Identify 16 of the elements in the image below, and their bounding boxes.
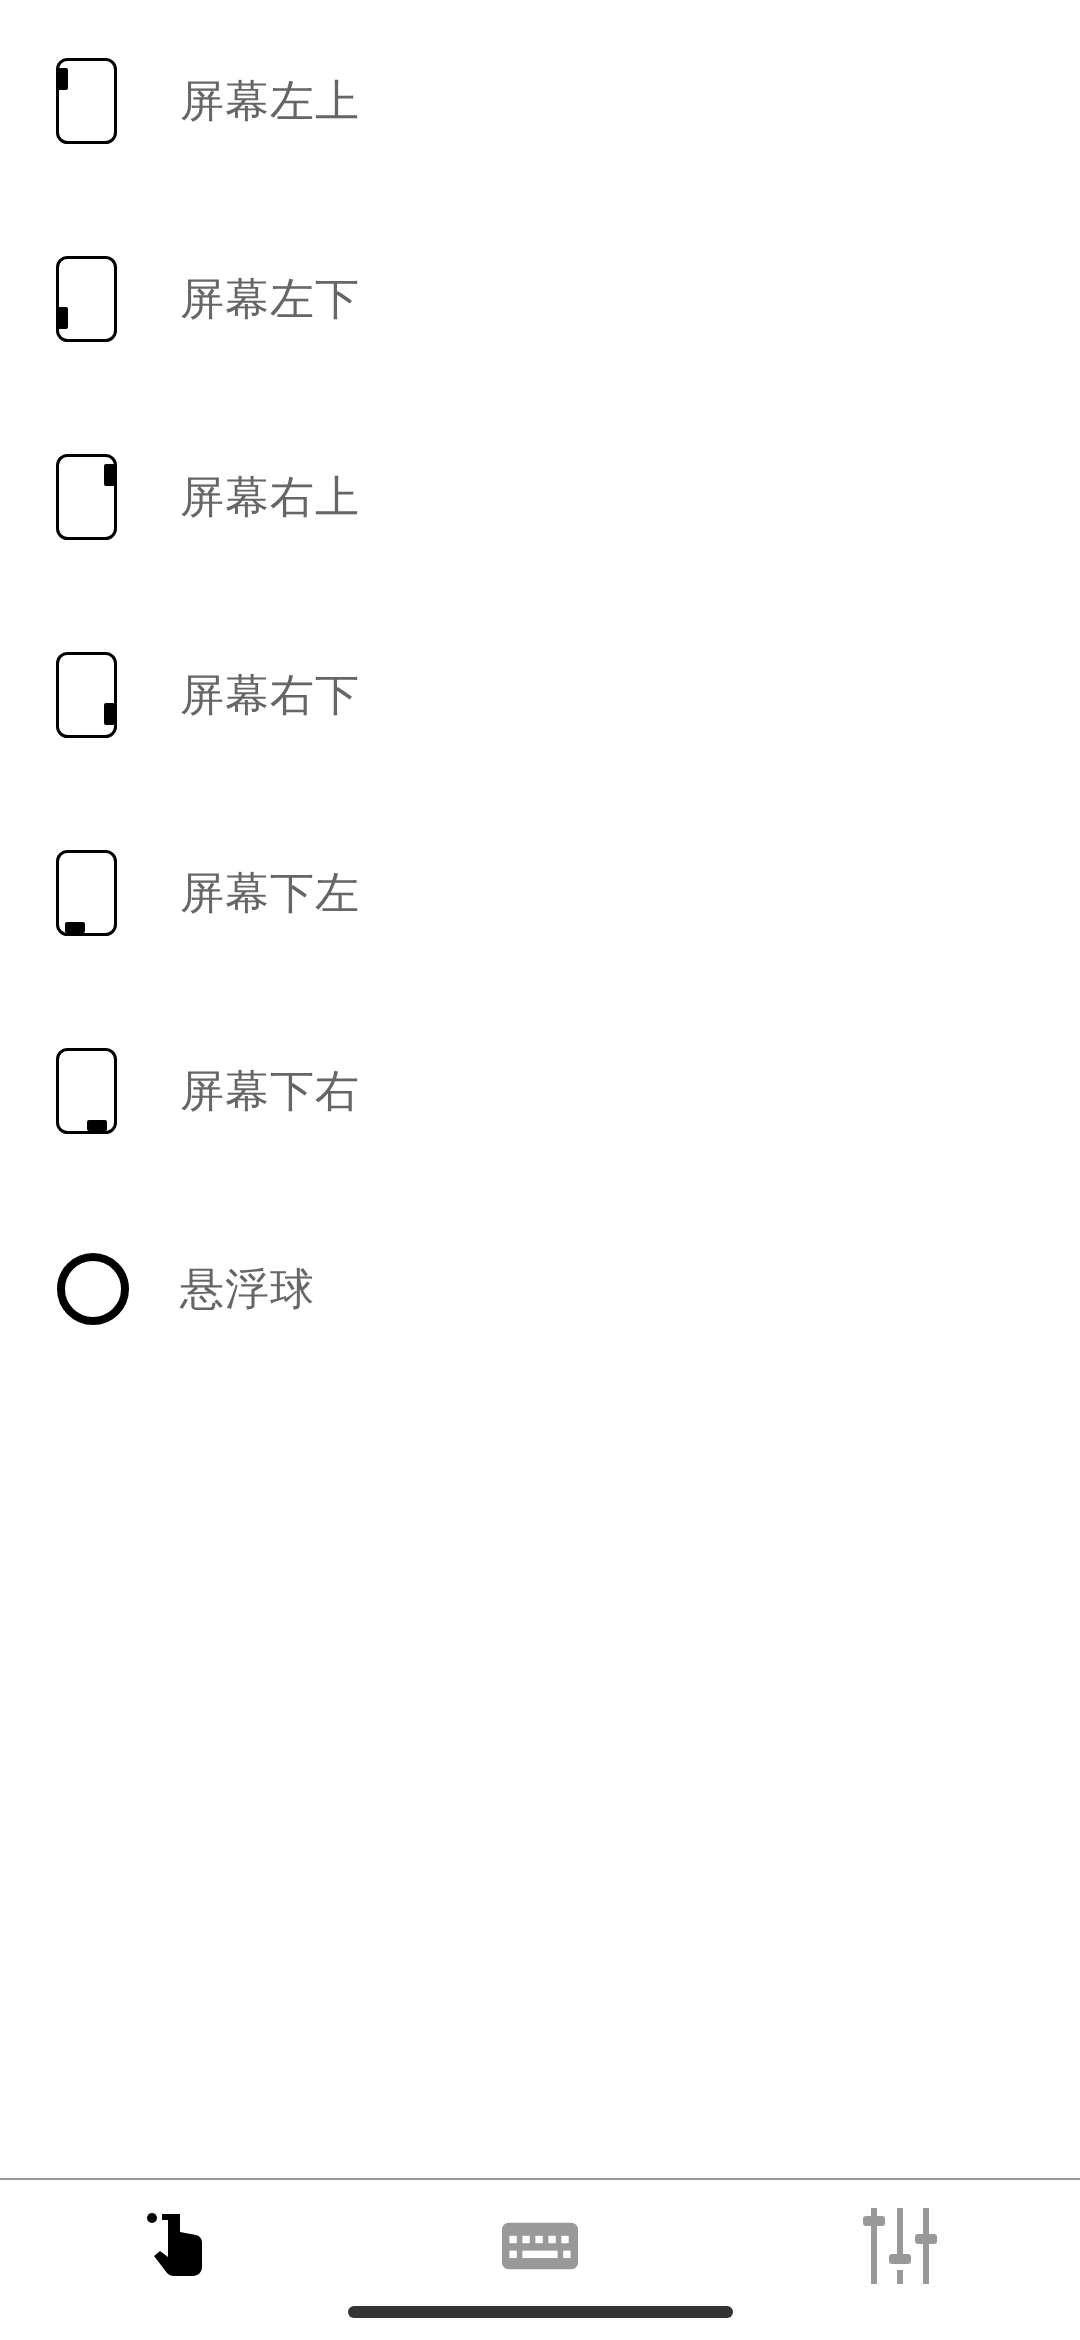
option-label[interactable]: 悬浮球 xyxy=(180,1259,315,1319)
keyboard-icon xyxy=(502,2221,578,2271)
sliders-icon xyxy=(863,2208,937,2284)
phone-edge-icon xyxy=(56,256,117,342)
option-label[interactable]: 屏幕左上 xyxy=(180,71,360,131)
phone-edge-icon xyxy=(56,58,117,144)
circle-icon xyxy=(56,1252,130,1326)
option-label[interactable]: 屏幕左下 xyxy=(180,269,360,329)
phone-edge-icon xyxy=(56,454,117,540)
phone-edge-icon xyxy=(56,1048,117,1134)
phone-edge-icon xyxy=(56,850,117,936)
option-label[interactable]: 屏幕右下 xyxy=(180,665,360,725)
option-label[interactable]: 屏幕下右 xyxy=(180,1061,360,1121)
option-label[interactable]: 屏幕下左 xyxy=(180,863,360,923)
option-label[interactable]: 屏幕右上 xyxy=(180,467,360,527)
phone-edge-icon xyxy=(56,652,117,738)
